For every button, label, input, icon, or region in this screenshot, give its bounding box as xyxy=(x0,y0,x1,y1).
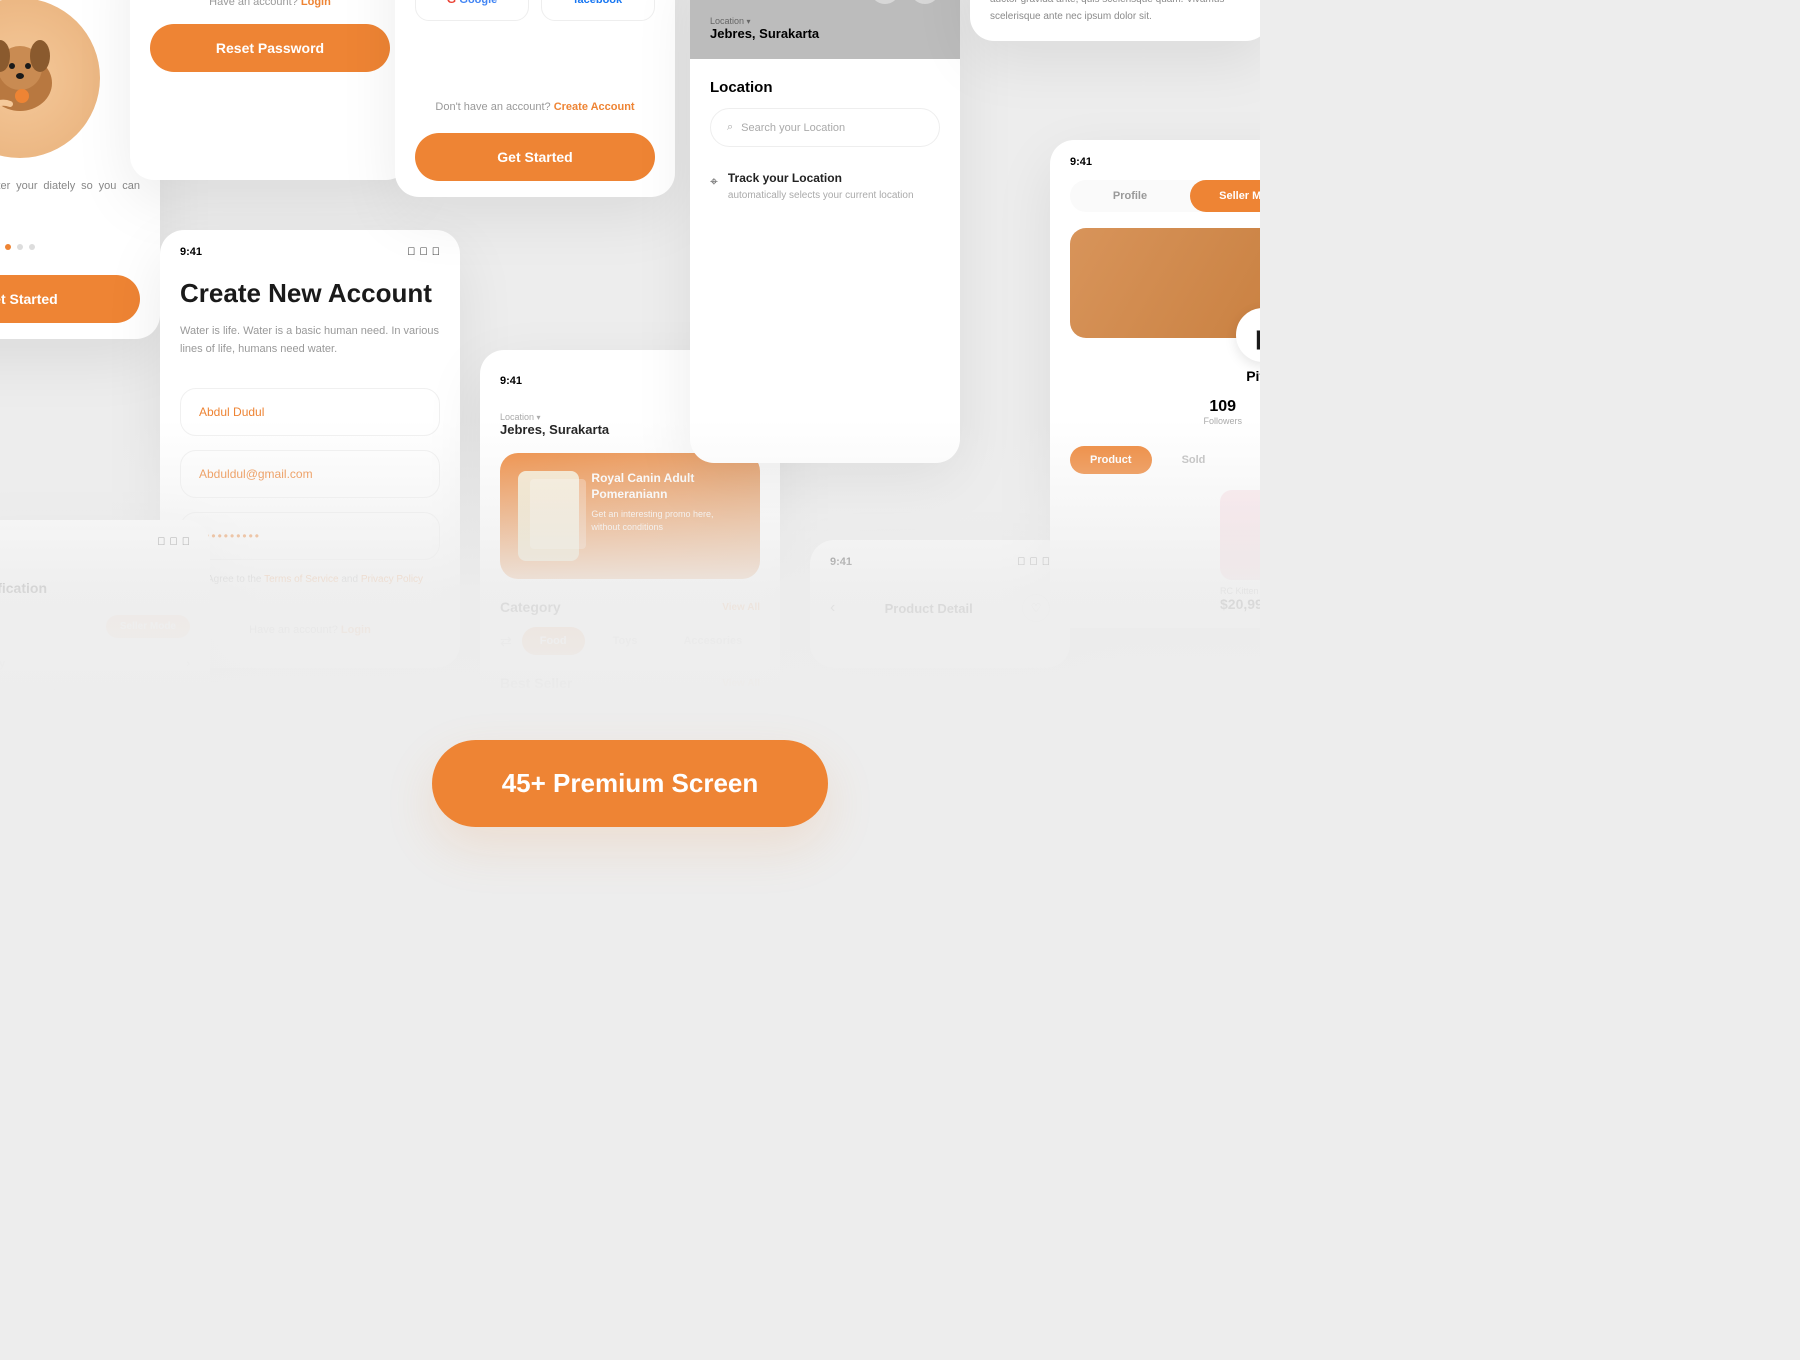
cta-pill: 45+ Premium Screen xyxy=(432,740,829,827)
category-food[interactable]: Food xyxy=(522,627,585,655)
password-input[interactable]: •••••••••• xyxy=(180,512,440,560)
have-account-text: Have an account? Login xyxy=(180,624,440,636)
view-all-link[interactable]: View All xyxy=(722,602,760,613)
promo-product-image xyxy=(518,471,579,561)
product-price: $20,99 xyxy=(1220,596,1260,612)
pin-icon: ⌖ xyxy=(710,173,718,203)
terms-link[interactable]: Terms of Service xyxy=(264,574,338,585)
status-time: 9:41 xyxy=(180,246,202,258)
article-body: Lorem ipsum dolor sit amet. Maecenas int… xyxy=(990,0,1250,25)
wifi-icon: 􀙈 xyxy=(420,246,428,258)
create-account-text: Don't have an account? Create Account xyxy=(415,101,655,113)
login-screen: Abduldul@gmail.com •••••••••• or G Googl… xyxy=(395,0,675,197)
reset-password-button[interactable]: Reset Password xyxy=(150,24,390,72)
status-bar: 􀙇 􀙈 􀛨 xyxy=(0,536,190,548)
back-icon[interactable]: ‹ xyxy=(830,599,835,617)
battery-icon: 􀛨 xyxy=(432,246,440,258)
tab-sold[interactable]: Sold xyxy=(1162,446,1226,474)
name-input[interactable]: Abdul Dudul xyxy=(180,388,440,436)
location-title: Location xyxy=(710,79,940,96)
dog-illustration xyxy=(0,0,100,158)
location-label: Location ▾ xyxy=(710,16,940,26)
category-toys[interactable]: Toys xyxy=(595,627,656,655)
battery-icon: 􀛨 xyxy=(1042,556,1050,568)
profile-screen: 9:41 􀙇􀙈􀛨 Profile Seller Mode p Pittashop… xyxy=(1050,140,1260,628)
wifi-icon: 􀙈 xyxy=(1030,556,1038,568)
search-icon[interactable]: ⌕ xyxy=(870,0,900,4)
category-heading: Category xyxy=(500,599,561,615)
track-location-title: Track your Location xyxy=(728,171,914,185)
signal-icon: 􀙇 xyxy=(157,536,165,548)
google-login-button[interactable]: G Google xyxy=(415,0,529,21)
favorite-icon[interactable]: ♡ xyxy=(1022,594,1050,622)
search-location-input[interactable]: ⌕ Search your Location xyxy=(710,108,940,147)
track-location-description: automatically selects your current locat… xyxy=(728,189,914,203)
article-screen: PetApp .. Lorem ipsum dolor sit amet. Ma… xyxy=(970,0,1260,41)
mode-toggle[interactable]: Profile Seller Mode xyxy=(1070,180,1260,212)
get-started-button[interactable]: Get Started xyxy=(415,133,655,181)
google-icon: G xyxy=(447,0,456,6)
status-bar: 9:41 􀙇 􀙈 􀛨 xyxy=(180,246,440,258)
location-screen: 9:41 ⌕ ♡ Location ▾ Jebres, Surakarta Lo… xyxy=(690,0,960,463)
chevron-down-icon: ▾ xyxy=(747,17,751,26)
product-name: RC Kitten xyxy=(1220,586,1260,596)
status-time: 9:41 xyxy=(830,556,852,568)
swap-icon[interactable]: ⇄ xyxy=(500,633,512,650)
activity-row[interactable]: Activity› xyxy=(0,648,190,680)
have-account-text: Have an account? Login xyxy=(150,0,390,8)
promo-card[interactable]: Royal Canin Adult Pomeraniann Get an int… xyxy=(500,453,760,579)
chevron-down-icon[interactable]: ▾ xyxy=(537,413,541,422)
login-link[interactable]: Login xyxy=(301,0,331,8)
notification-title: Notification xyxy=(0,580,190,596)
category-accessories[interactable]: Accesories xyxy=(665,627,760,655)
product-detail-screen: 9:41 􀙇 􀙈 􀛨 ‹ Product Detail ♡ xyxy=(810,540,1070,668)
view-all-link[interactable]: View All xyxy=(722,678,760,689)
track-location-row[interactable]: ⌖ Track your Location automatically sele… xyxy=(710,171,940,203)
status-time: 9:41 xyxy=(500,375,522,387)
onboarding-description: promos here, register your diately so yo… xyxy=(0,178,140,213)
tab-profile[interactable]: Profile xyxy=(1070,180,1190,212)
tab-seller-mode[interactable]: Seller Mode xyxy=(1190,180,1260,212)
shop-avatar[interactable]: p xyxy=(1236,308,1260,362)
terms-row: ⦿ I Agree to the Terms of Service and Pr… xyxy=(180,574,440,594)
get-started-button[interactable]: Get Started xyxy=(0,275,140,323)
profile-banner: p xyxy=(1070,228,1260,338)
promo-title: Royal Canin Adult Pomeraniann xyxy=(591,471,742,502)
privacy-link[interactable]: Privacy Policy xyxy=(361,574,423,585)
best-seller-heading: Best Seller xyxy=(500,675,572,691)
email-input[interactable]: Abduldul@gmail.com xyxy=(180,450,440,498)
followers-stat[interactable]: 109 Followers xyxy=(1203,398,1242,426)
create-account-description: Water is life. Water is a basic human ne… xyxy=(180,323,440,358)
wifi-icon: 􀙈 xyxy=(170,536,178,548)
tab-product[interactable]: Product xyxy=(1070,446,1152,474)
reset-password-screen: Have an account? Login Reset Password xyxy=(130,0,410,180)
signal-icon: 􀙇 xyxy=(1017,556,1025,568)
shop-name: Pittashop xyxy=(1070,368,1260,384)
bell-icon[interactable]: ♡ xyxy=(910,0,940,4)
location-value: Jebres, Surakarta xyxy=(710,26,940,41)
status-time: 9:41 xyxy=(1070,156,1092,168)
product-card[interactable]: RC Kitten $20,99 xyxy=(1220,490,1260,612)
battery-icon: 􀛨 xyxy=(182,536,190,548)
create-account-link[interactable]: Create Account xyxy=(554,101,635,113)
facebook-login-button[interactable]: facebook xyxy=(541,0,655,21)
seller-mode-badge[interactable]: Seller Mode xyxy=(106,615,190,638)
search-icon: ⌕ xyxy=(727,121,733,134)
notification-screen: 􀙇 􀙈 􀛨 Notification Seller Mode Activity› Y… xyxy=(0,520,210,700)
login-link[interactable]: Login xyxy=(341,624,371,636)
signal-icon: 􀙇 xyxy=(407,246,415,258)
new-order-text: You Got New Order! xyxy=(0,680,190,700)
create-account-title: Create New Account xyxy=(180,278,440,309)
product-detail-title: Product Detail xyxy=(885,601,973,616)
chevron-right-icon: › xyxy=(186,658,190,670)
promo-description: Get an interesting promo here, without c… xyxy=(591,508,742,533)
product-image xyxy=(1220,490,1260,580)
pagination-dots xyxy=(0,237,140,255)
